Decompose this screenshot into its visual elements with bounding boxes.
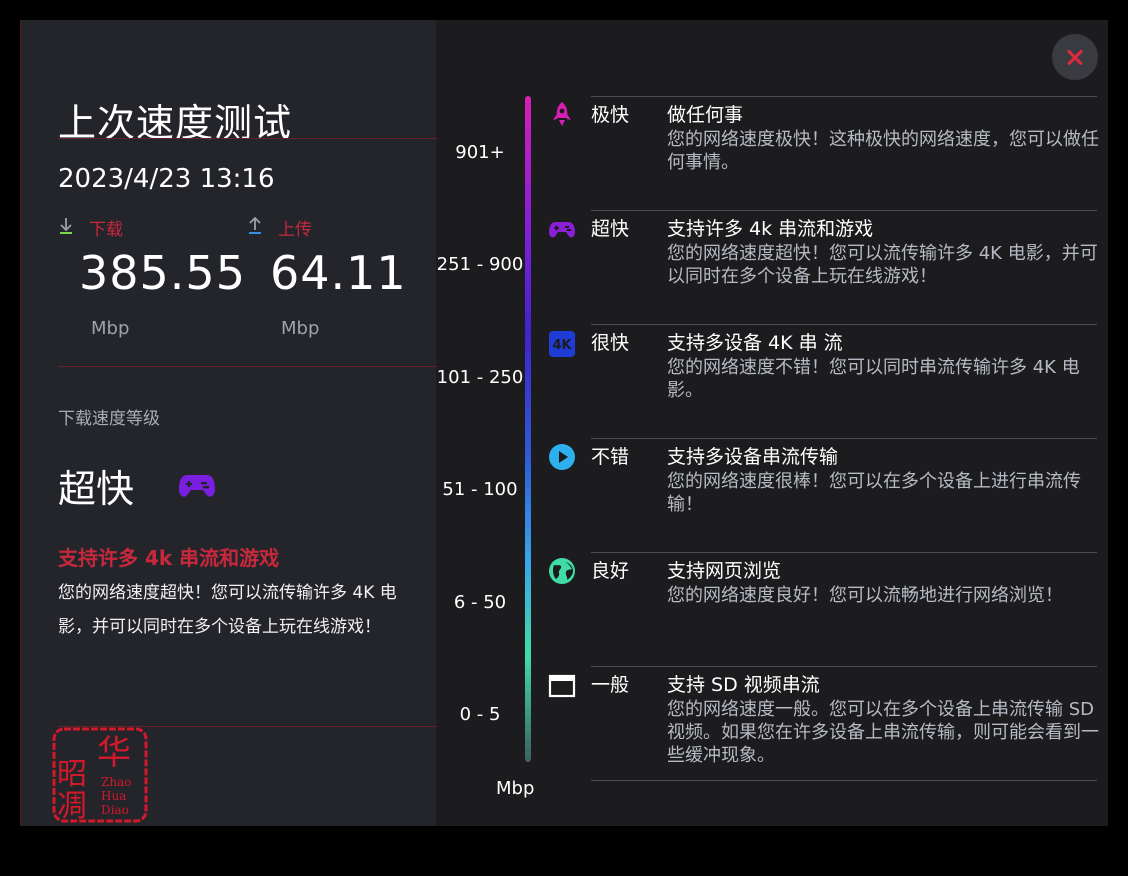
svg-text:Hua: Hua [101, 789, 126, 803]
download-value: 385.55 [79, 246, 246, 300]
tier-name: 不错 [591, 446, 630, 468]
gamepad-icon [549, 222, 575, 238]
svg-text:Zhao: Zhao [101, 775, 131, 789]
globe-icon [549, 558, 575, 584]
tier-desc: 您的网络速度很棒！您可以在多个设备上进行串流传输！ [667, 471, 1081, 515]
tier-divider [591, 324, 1097, 325]
svg-text:昭: 昭 [57, 757, 87, 792]
scale-tick: 901+ [455, 142, 505, 163]
grade-description: 您的网络速度超快！您可以流传输许多 4K 电影，并可以同时在多个设备上玩在线游戏… [58, 583, 397, 637]
upload-label: 上传 [278, 220, 312, 240]
scale-tick: 101 - 250 [436, 367, 524, 388]
tier-name: 极快 [591, 104, 630, 126]
download-unit: Mbp [91, 318, 130, 339]
tier-name: 良好 [591, 560, 630, 582]
svg-text:凋: 凋 [57, 789, 87, 824]
upload-icon [249, 216, 261, 234]
tier-divider [591, 780, 1097, 781]
rocket-icon [553, 102, 571, 126]
4k-icon: 4K [549, 331, 575, 357]
scale-tick: 6 - 50 [453, 592, 507, 613]
upload-unit: Mbp [281, 318, 320, 339]
results-divider [58, 366, 437, 367]
tier-name: 一般 [591, 674, 630, 696]
tier-desc: 您的网络速度不错！您可以同时串流传输许多 4K 电影。 [667, 357, 1080, 401]
tier-title: 支持许多 4k 串流和游戏 [667, 218, 874, 240]
tier-title: 支持 SD 视频串流 [667, 674, 820, 696]
svg-text:4K: 4K [552, 338, 572, 353]
tier-name: 很快 [591, 332, 630, 354]
play-icon [549, 444, 575, 470]
test-datetime: 2023/4/23 13:16 [58, 164, 275, 194]
tier-divider [591, 552, 1097, 553]
scale-tick: 0 - 5 [459, 704, 501, 725]
tier-title: 做任何事 [667, 104, 744, 126]
browser-window-icon [548, 674, 576, 698]
svg-text:华: 华 [97, 733, 131, 773]
tier-title: 支持网页浏览 [667, 560, 782, 582]
tier-desc: 您的网络速度良好！您可以流畅地进行网络浏览！ [667, 585, 1063, 606]
close-button[interactable] [1052, 34, 1098, 80]
gamepad-icon [179, 475, 215, 497]
tier-divider [591, 96, 1097, 97]
tier-name: 超快 [591, 218, 630, 240]
tier-desc: 您的网络速度超快！您可以流传输许多 4K 电影，并可以同时在多个设备上玩在线游戏… [667, 243, 1098, 287]
grade-label: 下载速度等级 [58, 409, 160, 429]
seal-logo: 昭 华 凋 Zhao Hua Diao [52, 727, 148, 824]
title-divider [58, 138, 437, 139]
svg-text:Diao: Diao [101, 803, 129, 817]
speed-test-dialog: 上次速度测试 2023/4/23 13:16 下载 385.55 Mbp 上传 … [20, 20, 1108, 826]
tier-divider [591, 666, 1097, 667]
tier-desc: 您的网络速度一般。您可以在多个设备上串流传输 SD 视频。如果您在许多设备上串流… [667, 699, 1099, 766]
scale-tick: 51 - 100 [442, 479, 518, 500]
grade-title: 支持许多 4k 串流和游戏 [58, 546, 280, 570]
tier-title: 支持多设备 4K 串 流 [667, 332, 843, 354]
download-label: 下载 [89, 220, 123, 240]
upload-value: 64.11 [270, 246, 407, 300]
tier-divider [591, 210, 1097, 211]
last-test-panel: 上次速度测试 2023/4/23 13:16 下载 385.55 Mbp 上传 … [20, 20, 437, 826]
speed-gradient-bar [525, 96, 531, 762]
tier-desc: 您的网络速度极快！这种极快的网络速度，您可以做任何事情。 [667, 129, 1099, 173]
scale-tick: 251 - 900 [436, 254, 524, 275]
scale-unit: Mbp [496, 778, 535, 799]
download-icon [60, 218, 72, 234]
speed-grade: 超快 [58, 467, 135, 511]
tier-divider [591, 438, 1097, 439]
tier-title: 支持多设备串流传输 [667, 446, 839, 468]
